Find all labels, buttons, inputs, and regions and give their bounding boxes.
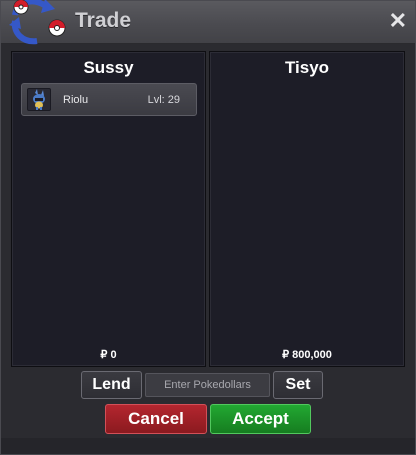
pokemon-name: Riolu xyxy=(63,94,89,106)
close-icon[interactable]: ✕ xyxy=(389,10,407,32)
pokedollars-input[interactable]: Enter Pokedollars xyxy=(145,373,270,397)
partner-money: ₽ 800,000 xyxy=(282,349,332,361)
lend-button[interactable]: Lend xyxy=(81,371,142,399)
title-bar[interactable]: Trade ✕ xyxy=(1,0,415,45)
cancel-button[interactable]: Cancel xyxy=(105,404,207,434)
trade-logo-icon xyxy=(9,0,66,45)
window-title: Trade xyxy=(75,9,132,32)
accept-button[interactable]: Accept xyxy=(210,404,311,434)
offered-money: ₽ 0 xyxy=(100,349,117,361)
window-footer xyxy=(1,438,415,454)
pokemon-level: Lvl: 29 xyxy=(147,94,180,106)
player-name: Sussy xyxy=(83,58,134,77)
my-offer-panel: Sussy Riolu Lvl: 29 ₽ 0 xyxy=(11,51,206,367)
riolu-icon xyxy=(27,88,51,111)
set-button[interactable]: Set xyxy=(273,371,323,399)
partner-name: Tisyo xyxy=(284,58,330,77)
trade-window: Trade ✕ Sussy Riolu Lvl: 29 ₽ 0 Tisyo ₽ … xyxy=(0,0,416,455)
pokemon-list-item[interactable]: Riolu Lvl: 29 xyxy=(21,83,197,116)
partner-offer-panel: Tisyo ₽ 800,000 xyxy=(209,51,405,367)
